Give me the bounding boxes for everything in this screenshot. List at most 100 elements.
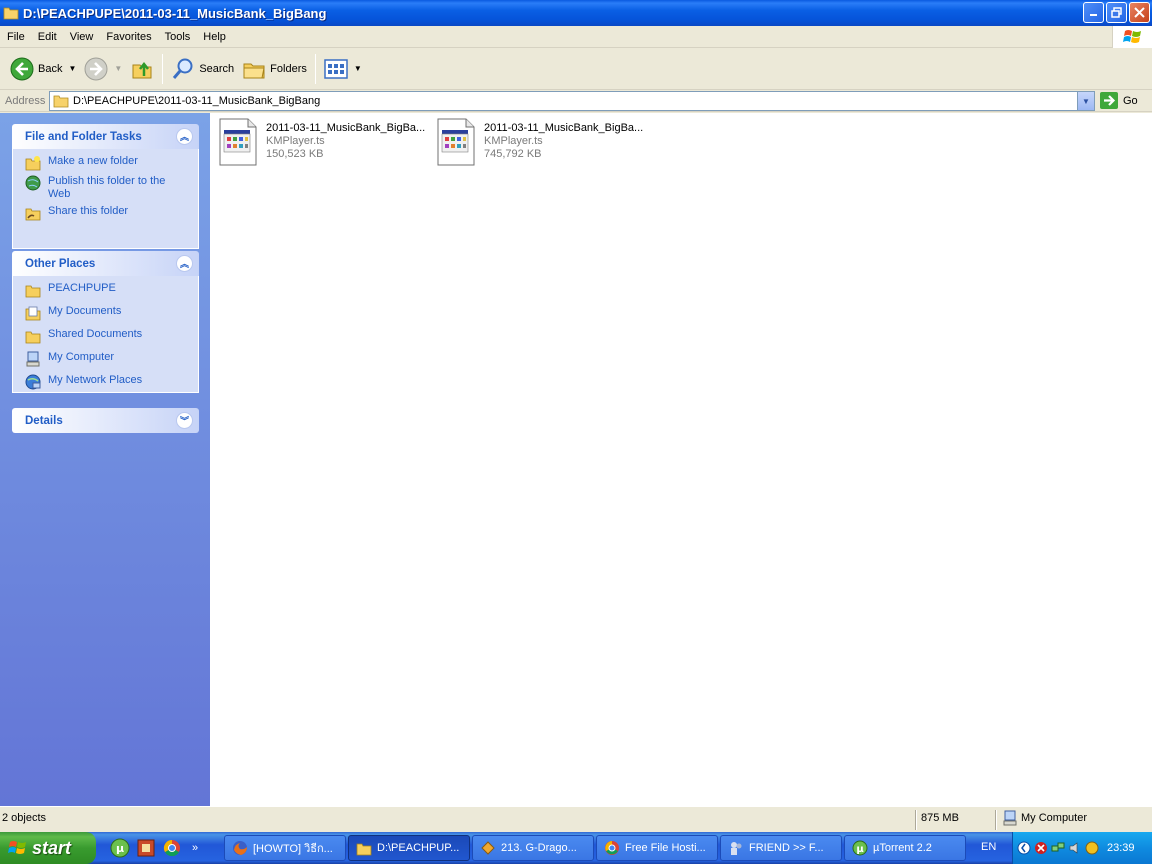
task-button-utorrent[interactable]: µ µTorrent 2.2	[844, 835, 966, 861]
close-icon	[1134, 7, 1145, 18]
place-shared-documents[interactable]: Shared Documents	[25, 328, 190, 344]
task-button-friend[interactable]: FRIEND >> F...	[720, 835, 842, 861]
task-button-firefox[interactable]: [HOWTO] วิธีก...	[224, 835, 346, 861]
task-label: Make a new folder	[48, 155, 138, 167]
toolbar-separator	[162, 53, 164, 84]
place-label: My Documents	[48, 305, 122, 317]
address-input[interactable]: D:\PEACHPUPE\2011-03-11_MusicBank_BigBan…	[49, 91, 1095, 111]
file-list-area[interactable]: 2011-03-11_MusicBank_BigBa... KMPlayer.t…	[210, 113, 1152, 806]
menu-edit[interactable]: Edit	[31, 31, 63, 43]
forward-dropdown-icon[interactable]: ▼	[114, 64, 122, 73]
search-icon	[173, 58, 193, 79]
network-icon	[25, 374, 41, 390]
minimize-icon	[1090, 14, 1097, 16]
window-title: D:\PEACHPUPE\2011-03-11_MusicBank_BigBan…	[23, 5, 327, 21]
task-button-chrome[interactable]: Free File Hosti...	[596, 835, 718, 861]
task-label: FRIEND >> F...	[749, 842, 824, 854]
menu-view[interactable]: View	[63, 31, 100, 43]
task-pane: File and Folder Tasks ︽ Make a new folde…	[0, 113, 210, 806]
menu-file[interactable]: File	[0, 31, 31, 43]
menu-tools[interactable]: Tools	[158, 31, 197, 43]
windows-flag-icon	[1122, 30, 1141, 43]
tray-expand-icon[interactable]	[1017, 841, 1031, 855]
task-label: [HOWTO] วิธีก...	[253, 843, 333, 855]
chrome-icon[interactable]	[162, 838, 182, 858]
place-my-documents[interactable]: My Documents	[25, 305, 190, 321]
system-tray: EN 23:39	[981, 832, 1152, 864]
close-button[interactable]	[1129, 2, 1150, 23]
file-item[interactable]: 2011-03-11_MusicBank_BigBa... KMPlayer.t…	[436, 118, 651, 170]
place-label: PEACHPUPE	[48, 282, 116, 294]
details-header[interactable]: Details ︾	[12, 408, 199, 433]
language-indicator[interactable]: EN	[981, 841, 996, 853]
address-dropdown-button[interactable]: ▼	[1077, 92, 1094, 110]
utorrent-icon[interactable]: µ	[110, 838, 130, 858]
back-arrow-icon	[10, 57, 34, 80]
forward-button[interactable]: ▼	[80, 52, 126, 86]
expand-icon[interactable]: ︾	[176, 412, 193, 429]
quick-launch-more-icon[interactable]: »	[192, 842, 198, 854]
collapse-icon[interactable]: ︽	[176, 255, 193, 272]
task-button-player[interactable]: 213. G-Drago...	[472, 835, 594, 861]
back-button[interactable]: Back ▼	[6, 52, 80, 86]
status-bar: 2 objects 875 MB My Computer	[0, 806, 1152, 832]
folder-icon	[25, 331, 41, 344]
up-folder-button[interactable]	[126, 52, 158, 86]
start-label: start	[32, 837, 72, 858]
task-buttons: [HOWTO] วิธีก... D:\PEACHPUP... 213. G-D…	[224, 835, 968, 861]
views-dropdown-icon[interactable]: ▼	[354, 64, 362, 73]
task-publish-to-web[interactable]: Publish this folder to the Web	[25, 175, 190, 201]
folder-icon	[3, 7, 19, 20]
status-object-count: 2 objects	[2, 812, 47, 824]
network-status-icon[interactable]	[1051, 841, 1065, 855]
task-label: Free File Hosti...	[625, 842, 706, 854]
app-tray-icon[interactable]	[1085, 841, 1099, 855]
start-button[interactable]: start	[0, 832, 96, 864]
folders-icon	[243, 63, 265, 78]
file-item[interactable]: 2011-03-11_MusicBank_BigBa... KMPlayer.t…	[218, 118, 433, 170]
task-share-folder[interactable]: Share this folder	[25, 205, 190, 221]
views-button[interactable]: ▼	[320, 52, 366, 86]
file-type: KMPlayer.ts	[484, 135, 543, 147]
app-icon[interactable]	[136, 838, 156, 858]
place-peachpupe[interactable]: PEACHPUPE	[25, 282, 190, 298]
player-icon	[481, 841, 495, 855]
collapse-icon[interactable]: ︽	[176, 128, 193, 145]
clock[interactable]: 23:39	[1107, 842, 1135, 854]
go-button[interactable]: Go	[1100, 92, 1138, 109]
audio-icon[interactable]	[1068, 841, 1082, 855]
restore-button[interactable]	[1106, 2, 1127, 23]
folders-button[interactable]: Folders	[238, 52, 311, 86]
menu-help[interactable]: Help	[196, 31, 232, 43]
up-folder-icon	[132, 61, 152, 78]
windows-flag-icon	[8, 841, 26, 854]
place-my-computer[interactable]: My Computer	[25, 351, 190, 367]
menu-favorites[interactable]: Favorites	[99, 31, 157, 43]
security-alert-icon[interactable]	[1034, 841, 1048, 855]
file-name: 2011-03-11_MusicBank_BigBa...	[266, 122, 426, 134]
address-label: Address	[5, 94, 46, 107]
kmplayer-file-icon	[219, 118, 257, 166]
place-my-network-places[interactable]: My Network Places	[25, 374, 190, 390]
search-button[interactable]: Search	[167, 52, 238, 86]
file-size: 150,523 KB	[266, 148, 324, 160]
status-zone: My Computer	[1002, 810, 1087, 826]
folder-icon	[25, 285, 41, 298]
panel-title: File and Folder Tasks	[25, 130, 142, 143]
firefox-icon	[233, 841, 247, 855]
chrome-icon	[605, 841, 619, 855]
views-icon	[324, 58, 348, 79]
title-bar[interactable]: D:\PEACHPUPE\2011-03-11_MusicBank_BigBan…	[0, 0, 1152, 26]
other-places-header[interactable]: Other Places ︽	[12, 251, 199, 276]
quick-launch: µ »	[110, 838, 198, 858]
task-button-explorer[interactable]: D:\PEACHPUP...	[348, 835, 470, 861]
file-name: 2011-03-11_MusicBank_BigBa...	[484, 122, 644, 134]
search-label: Search	[199, 62, 235, 75]
my-documents-icon	[25, 306, 41, 321]
people-icon	[731, 842, 742, 855]
file-folder-tasks-header[interactable]: File and Folder Tasks ︽	[12, 124, 199, 149]
minimize-button[interactable]	[1083, 2, 1104, 23]
task-make-new-folder[interactable]: Make a new folder	[25, 155, 190, 171]
status-divider	[915, 810, 917, 830]
back-dropdown-icon[interactable]: ▼	[68, 64, 76, 73]
